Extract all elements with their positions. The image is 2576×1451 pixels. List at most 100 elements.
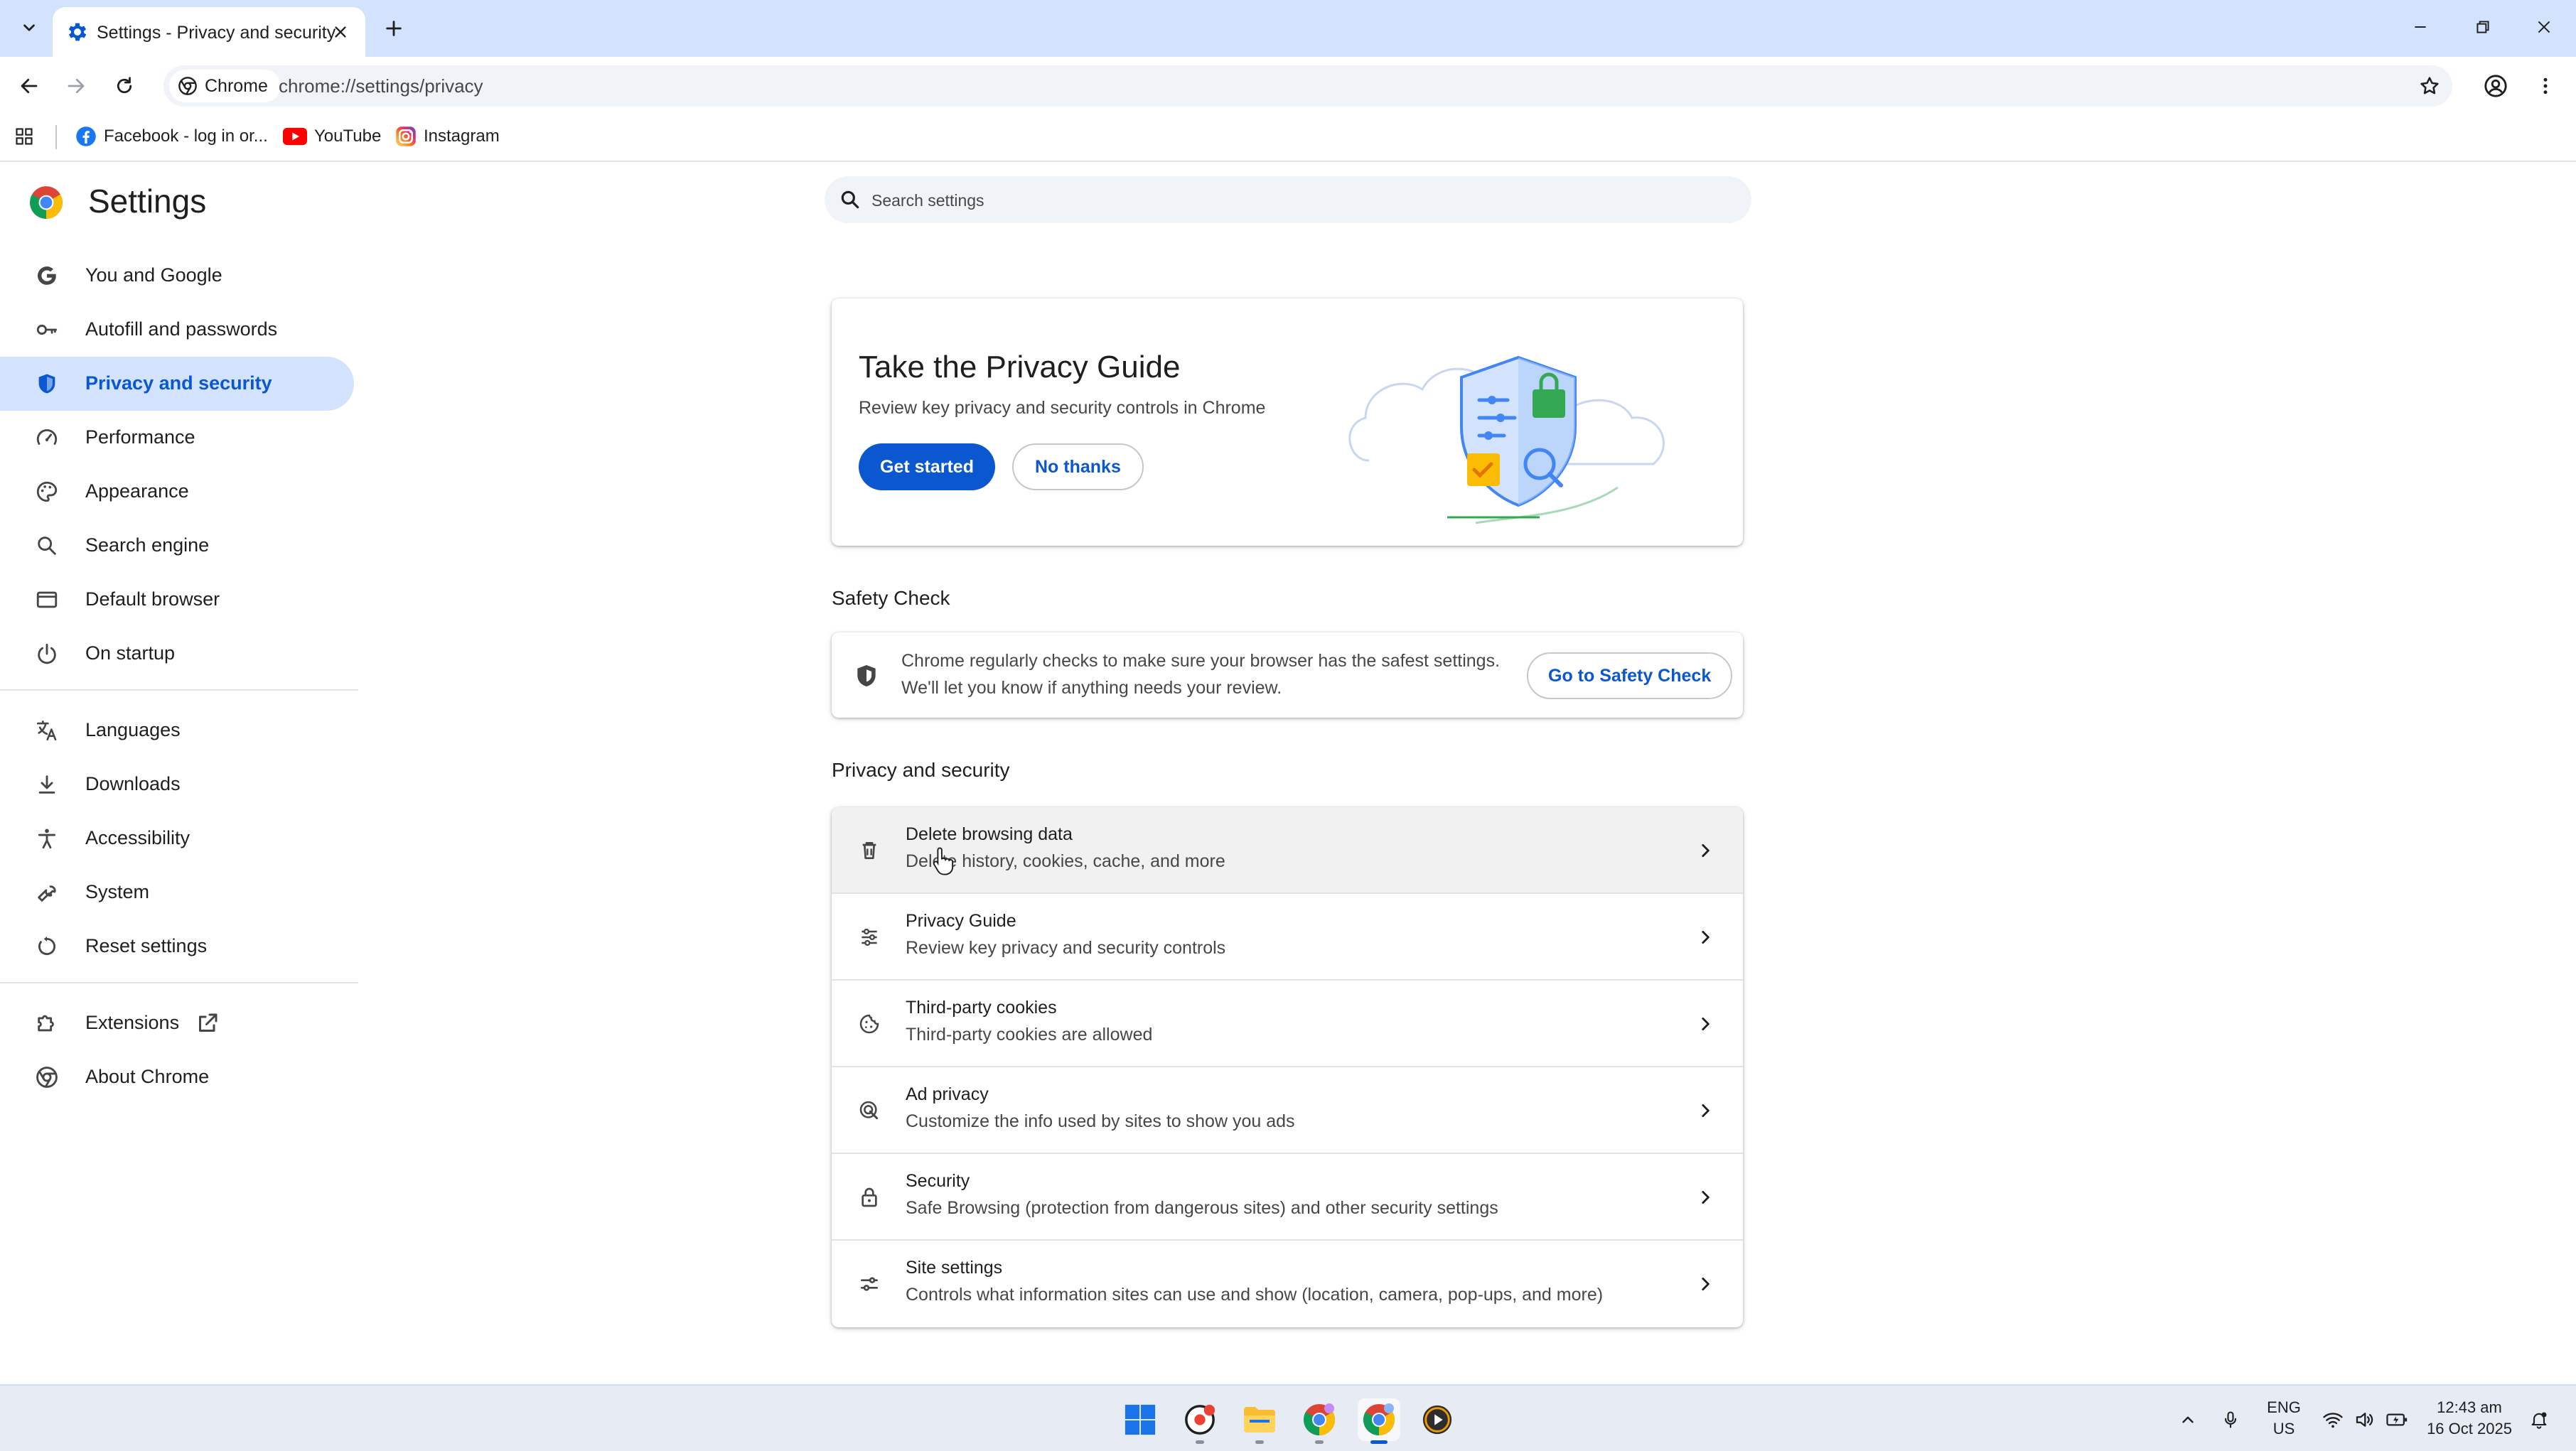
taskbar-app-media-player[interactable]: [1416, 1398, 1459, 1441]
sidebar-item-label: Languages: [85, 719, 181, 740]
row-security[interactable]: Security Safe Browsing (protection from …: [832, 1154, 1743, 1241]
sidebar-item-downloads[interactable]: Downloads: [0, 757, 354, 811]
translate-icon: [34, 718, 60, 743]
chrome-logo-icon: [30, 186, 63, 219]
notifications-button[interactable]: [2525, 1406, 2553, 1434]
tab-search-button[interactable]: [10, 9, 48, 47]
tab-settings[interactable]: Settings - Privacy and security: [53, 7, 365, 57]
show-hidden-icons-button[interactable]: [2174, 1406, 2202, 1434]
sidebar-item-label: Autofill and passwords: [85, 318, 278, 340]
sidebar-item-system[interactable]: System: [0, 865, 354, 919]
notification-bell-icon: [2531, 1412, 2547, 1429]
minimize-button[interactable]: [2390, 0, 2451, 54]
chrome-icon: [1304, 1403, 1335, 1435]
sidebar-item-autofill[interactable]: Autofill and passwords: [0, 303, 354, 357]
safety-check-heading: Safety Check: [832, 587, 950, 609]
star-icon: [2420, 77, 2439, 95]
menu-button[interactable]: [2528, 67, 2563, 105]
forward-button[interactable]: [58, 68, 94, 104]
taskbar-app-chrome-alt[interactable]: [1179, 1398, 1221, 1444]
cookie-icon: [856, 1010, 883, 1037]
go-to-safety-check-button[interactable]: Go to Safety Check: [1527, 652, 1733, 699]
bookmark-star-button[interactable]: [2411, 68, 2448, 104]
sidebar-item-default-browser[interactable]: Default browser: [0, 573, 354, 627]
taskbar-app-chrome[interactable]: [1298, 1398, 1341, 1444]
trash-icon: [856, 837, 883, 864]
plus-icon: [386, 21, 402, 36]
youtube-icon: [283, 127, 307, 146]
chevron-right-icon: [1692, 837, 1719, 864]
row-ad-privacy[interactable]: Ad privacy Customize the info used by si…: [832, 1067, 1743, 1154]
row-privacy-guide[interactable]: Privacy Guide Review key privacy and sec…: [832, 894, 1743, 981]
sidebar-item-search-engine[interactable]: Search engine: [0, 519, 354, 573]
sidebar-item-label: Appearance: [85, 480, 189, 502]
chevron-up-icon: [2182, 1416, 2194, 1423]
restore-button[interactable]: [2452, 0, 2513, 54]
bookmark-youtube[interactable]: YouTube: [283, 121, 381, 152]
sidebar-item-appearance[interactable]: Appearance: [0, 465, 354, 519]
reload-button[interactable]: [107, 68, 142, 104]
apps-button[interactable]: [14, 121, 34, 152]
bookmark-instagram[interactable]: Instagram: [395, 121, 500, 152]
volume-button[interactable]: [2350, 1406, 2378, 1434]
sidebar-item-about-chrome[interactable]: About Chrome: [0, 1050, 354, 1104]
site-chip-label: Chrome: [205, 75, 268, 96]
open-in-new-icon: [199, 1013, 218, 1032]
browser-window-icon: [34, 587, 60, 613]
settings-search-box[interactable]: [825, 176, 1751, 223]
row-third-party-cookies[interactable]: Third-party cookies Third-party cookies …: [832, 981, 1743, 1067]
privacy-guide-description: Review key privacy and security controls…: [859, 398, 1266, 418]
row-subtitle: Third-party cookies are allowed: [906, 1025, 1153, 1045]
windows-taskbar: ENG US 12:43 am 16 Oct 2025: [0, 1384, 2576, 1451]
sidebar-item-you-and-google[interactable]: You and Google: [0, 249, 354, 303]
close-window-button[interactable]: [2513, 0, 2575, 54]
bookmark-facebook[interactable]: Facebook - log in or...: [75, 121, 268, 152]
url-text[interactable]: chrome://settings/privacy: [279, 75, 483, 97]
chevron-right-icon: [1692, 1184, 1719, 1211]
sidebar-item-accessibility[interactable]: Accessibility: [0, 811, 354, 865]
sidebar-item-on-startup[interactable]: On startup: [0, 627, 354, 681]
taskbar-app-chrome-active[interactable]: [1358, 1398, 1400, 1444]
row-title: Ad privacy: [906, 1084, 989, 1104]
row-subtitle: Customize the info used by sites to show…: [906, 1111, 1295, 1131]
app-circle-icon: [1185, 1404, 1215, 1435]
input-language-indicator[interactable]: ENG US: [2265, 1397, 2303, 1440]
palette-icon: [34, 479, 60, 505]
wifi-button[interactable]: [2319, 1406, 2347, 1434]
search-icon: [34, 533, 60, 559]
row-delete-browsing-data[interactable]: Delete browsing data Delete history, coo…: [832, 807, 1743, 894]
sidebar-item-privacy-and-security[interactable]: Privacy and security: [0, 357, 354, 411]
microphone-button[interactable]: [2216, 1406, 2245, 1434]
get-started-button[interactable]: Get started: [859, 443, 995, 490]
sidebar-item-languages[interactable]: Languages: [0, 703, 354, 757]
sidebar-item-performance[interactable]: Performance: [0, 411, 354, 465]
omnibox[interactable]: Chrome chrome://settings/privacy: [163, 65, 2452, 107]
chevron-right-icon: [1692, 1010, 1719, 1037]
minimize-icon: [2415, 26, 2426, 28]
sidebar-item-extensions[interactable]: Extensions: [0, 996, 354, 1050]
sidebar-item-label: System: [85, 881, 150, 902]
tab-close-button[interactable]: [327, 18, 354, 45]
sidebar-item-reset-settings[interactable]: Reset settings: [0, 919, 354, 973]
more-vert-icon: [2543, 77, 2548, 95]
search-icon: [841, 190, 859, 209]
site-info-chip[interactable]: Chrome: [169, 70, 281, 102]
profile-button[interactable]: [2476, 67, 2515, 105]
chrome-icon: [34, 1064, 60, 1090]
bookmark-label: Instagram: [424, 126, 500, 146]
play-icon: [1422, 1405, 1452, 1435]
speedometer-icon: [34, 425, 60, 451]
no-thanks-button[interactable]: No thanks: [1012, 443, 1144, 490]
sidebar-divider: [0, 982, 358, 983]
settings-search-input[interactable]: [870, 185, 1726, 216]
taskbar-app-file-explorer[interactable]: [1238, 1398, 1281, 1444]
new-tab-button[interactable]: [377, 11, 411, 45]
battery-button[interactable]: [2383, 1406, 2411, 1434]
row-site-settings[interactable]: Site settings Controls what information …: [832, 1241, 1743, 1327]
gear-icon: [68, 23, 87, 41]
safety-check-icon: [857, 664, 876, 687]
system-clock[interactable]: 12:43 am 16 Oct 2025: [2420, 1397, 2519, 1440]
lock-icon: [856, 1184, 883, 1211]
back-button[interactable]: [11, 68, 47, 104]
start-button[interactable]: [1119, 1398, 1161, 1441]
